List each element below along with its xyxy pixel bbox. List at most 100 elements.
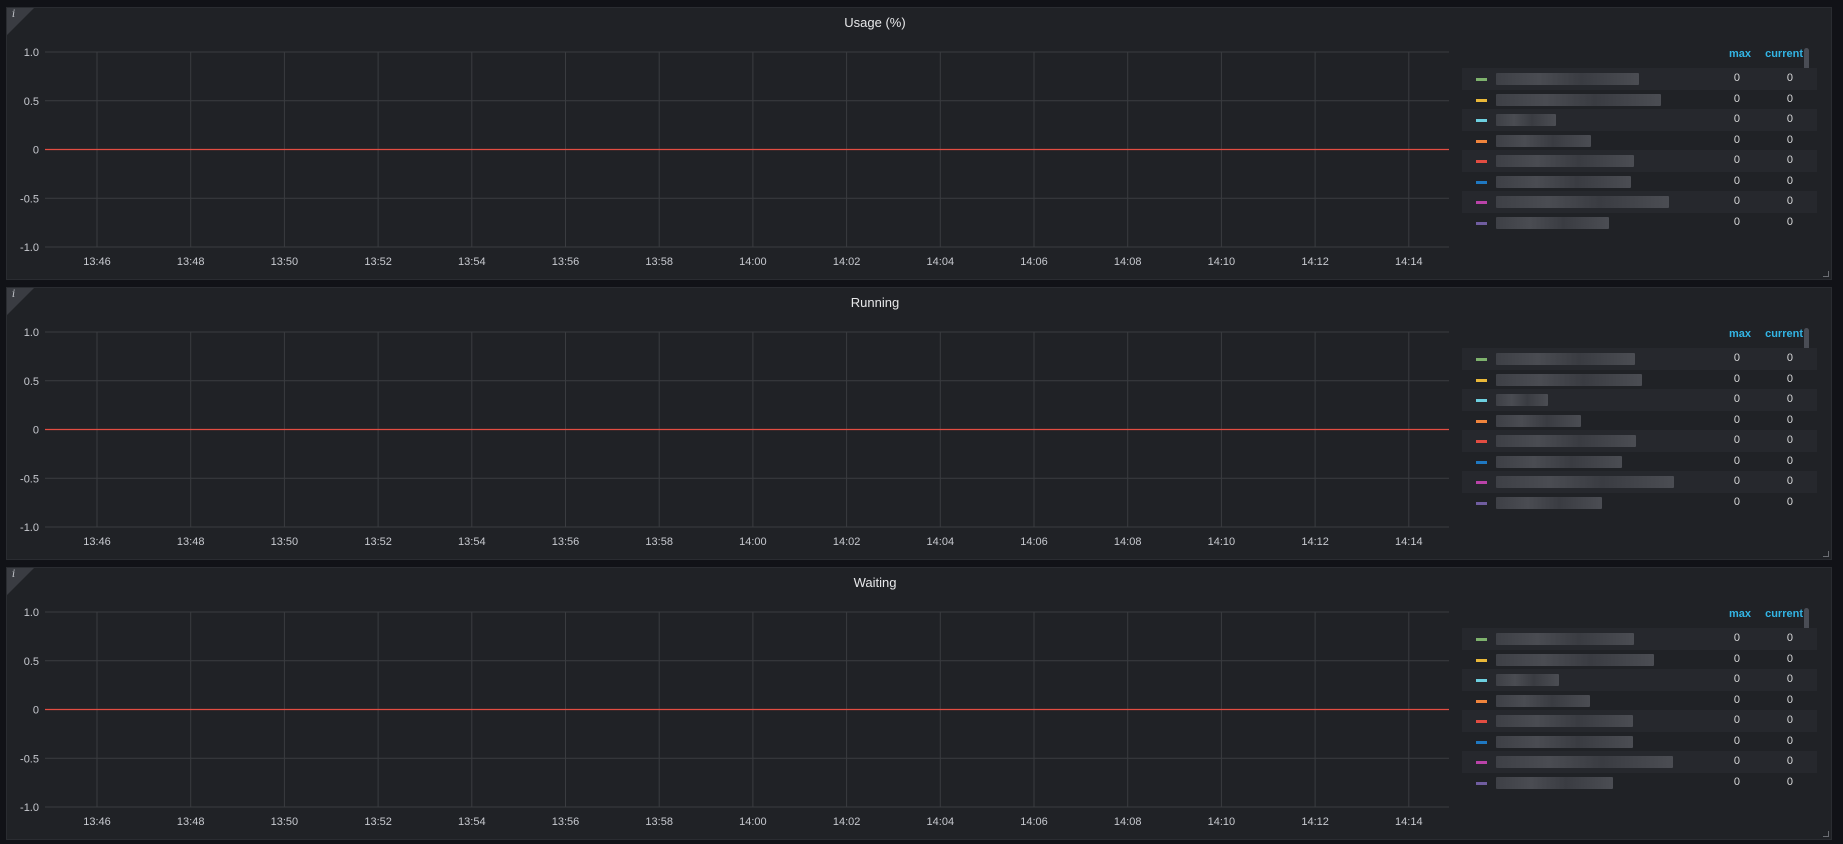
series-color-swatch[interactable] — [1476, 761, 1487, 764]
legend-row[interactable]: 00 — [1462, 348, 1817, 370]
series-name-redacted[interactable] — [1496, 353, 1635, 365]
series-color-swatch[interactable] — [1476, 358, 1487, 361]
legend-header-current[interactable]: current — [1765, 608, 1803, 620]
legend-row[interactable]: 00 — [1462, 471, 1817, 493]
legend-row[interactable]: 00 — [1462, 751, 1817, 773]
series-name-redacted[interactable] — [1496, 455, 1622, 468]
series-color-swatch[interactable] — [1476, 201, 1487, 204]
series-name-redacted[interactable] — [1496, 735, 1633, 748]
panel-resize-handle[interactable] — [1823, 271, 1829, 277]
legend-current-value: 0 — [1786, 133, 1793, 146]
series-name-redacted[interactable] — [1496, 435, 1636, 447]
y-tick-label: 0.5 — [24, 96, 39, 108]
graph-svg[interactable]: 1.0 0.5 0 -0.5 -1.0 13:46 13:48 13:50 13:52 13:54… — [7, 568, 1449, 840]
series-color-swatch[interactable] — [1476, 160, 1487, 163]
series-color-swatch[interactable] — [1476, 638, 1487, 641]
series-name-redacted[interactable] — [1496, 93, 1661, 106]
plot-area[interactable]: 1.0 0.5 0 -0.5 -1.0 13:46 13:48 13:50 13:52 13:54… — [7, 8, 1449, 280]
legend-row[interactable]: 00 — [1462, 492, 1817, 514]
legend-row[interactable]: 00 — [1462, 369, 1817, 391]
legend-row[interactable]: 00 — [1462, 772, 1817, 794]
series-name-redacted[interactable] — [1496, 674, 1559, 686]
series-name-redacted[interactable] — [1496, 776, 1613, 789]
legend-max-value: 0 — [1733, 775, 1740, 788]
legend-row[interactable]: 00 — [1462, 109, 1817, 131]
legend-row[interactable]: 00 — [1462, 68, 1817, 90]
legend-row[interactable]: 00 — [1462, 89, 1817, 111]
series-name-redacted[interactable] — [1496, 216, 1609, 229]
plot-area[interactable]: 1.0 0.5 0 -0.5 -1.0 13:46 13:48 13:50 13:52 13:54… — [7, 288, 1449, 560]
y-tick-label: -1.0 — [20, 242, 39, 254]
y-tick-label: -0.5 — [20, 753, 39, 765]
series-color-swatch[interactable] — [1476, 699, 1487, 703]
legend-row[interactable]: 00 — [1462, 669, 1817, 691]
series-color-swatch[interactable] — [1476, 419, 1487, 423]
legend-row[interactable]: 00 — [1462, 731, 1817, 753]
legend-header: max current — [1462, 48, 1817, 66]
series-name-redacted[interactable] — [1496, 73, 1639, 85]
series-name-redacted[interactable] — [1496, 414, 1581, 427]
series-color-swatch[interactable] — [1476, 481, 1487, 484]
series-color-swatch[interactable] — [1476, 139, 1487, 143]
series-color-swatch[interactable] — [1476, 180, 1487, 184]
y-tick-label: -1.0 — [20, 522, 39, 534]
legend-header-current[interactable]: current — [1765, 48, 1803, 60]
graph-svg[interactable]: 1.0 0.5 0 -0.5 -1.0 13:46 13:48 13:50 13:52 13:54… — [7, 288, 1449, 560]
graph-svg[interactable]: 1.0 0.5 0 -0.5 -1.0 13:46 13:48 13:50 13:52 13:54… — [7, 8, 1449, 280]
series-color-swatch[interactable] — [1476, 781, 1487, 785]
legend-row[interactable]: 00 — [1462, 690, 1817, 712]
legend-row[interactable]: 00 — [1462, 191, 1817, 213]
series-name-redacted[interactable] — [1496, 715, 1633, 727]
series-color-swatch[interactable] — [1476, 78, 1487, 81]
legend-row[interactable]: 00 — [1462, 130, 1817, 152]
x-tick-label: 14:06 — [1020, 536, 1048, 548]
series-color-swatch[interactable] — [1476, 501, 1487, 505]
panel-resize-handle[interactable] — [1823, 551, 1829, 557]
series-color-swatch[interactable] — [1476, 399, 1487, 402]
x-tick-label: 13:54 — [458, 816, 486, 828]
legend-header: max current — [1462, 328, 1817, 346]
series-color-swatch[interactable] — [1476, 679, 1487, 682]
series-color-swatch[interactable] — [1476, 221, 1487, 225]
series-name-redacted[interactable] — [1496, 476, 1674, 488]
series-color-swatch[interactable] — [1476, 378, 1487, 382]
legend-row[interactable]: 00 — [1462, 628, 1817, 650]
series-color-swatch[interactable] — [1476, 119, 1487, 122]
series-color-swatch[interactable] — [1476, 720, 1487, 723]
series-name-redacted[interactable] — [1496, 175, 1631, 188]
legend-row[interactable]: 00 — [1462, 710, 1817, 732]
series-name-redacted[interactable] — [1496, 394, 1548, 406]
x-tick-label: 14:14 — [1395, 816, 1423, 828]
series-name-redacted[interactable] — [1496, 496, 1602, 509]
series-name-redacted[interactable] — [1496, 653, 1654, 666]
series-name-redacted[interactable] — [1496, 155, 1634, 167]
series-name-redacted[interactable] — [1496, 756, 1673, 768]
legend-row[interactable]: 00 — [1462, 212, 1817, 234]
series-name-redacted[interactable] — [1496, 134, 1591, 147]
series-color-swatch[interactable] — [1476, 98, 1487, 102]
legend-row[interactable]: 00 — [1462, 171, 1817, 193]
panel-resize-handle[interactable] — [1823, 831, 1829, 837]
legend-row[interactable]: 00 — [1462, 389, 1817, 411]
series-name-redacted[interactable] — [1496, 114, 1556, 126]
plot-area[interactable]: 1.0 0.5 0 -0.5 -1.0 13:46 13:48 13:50 13:52 13:54… — [7, 568, 1449, 840]
legend-row[interactable]: 00 — [1462, 451, 1817, 473]
series-color-swatch[interactable] — [1476, 658, 1487, 662]
legend-header-max[interactable]: max — [1729, 328, 1751, 340]
legend-header-max[interactable]: max — [1729, 48, 1751, 60]
legend-row[interactable]: 00 — [1462, 430, 1817, 452]
series-color-swatch[interactable] — [1476, 440, 1487, 443]
series-name-redacted[interactable] — [1496, 373, 1642, 386]
y-tick-label: 0.5 — [24, 376, 39, 388]
legend-header-max[interactable]: max — [1729, 608, 1751, 620]
legend-header-current[interactable]: current — [1765, 328, 1803, 340]
legend-row[interactable]: 00 — [1462, 150, 1817, 172]
x-tick-label: 14:10 — [1208, 536, 1236, 548]
series-name-redacted[interactable] — [1496, 633, 1634, 645]
series-color-swatch[interactable] — [1476, 740, 1487, 744]
legend-row[interactable]: 00 — [1462, 649, 1817, 671]
series-name-redacted[interactable] — [1496, 196, 1669, 208]
legend-row[interactable]: 00 — [1462, 410, 1817, 432]
series-color-swatch[interactable] — [1476, 460, 1487, 464]
series-name-redacted[interactable] — [1496, 694, 1590, 707]
